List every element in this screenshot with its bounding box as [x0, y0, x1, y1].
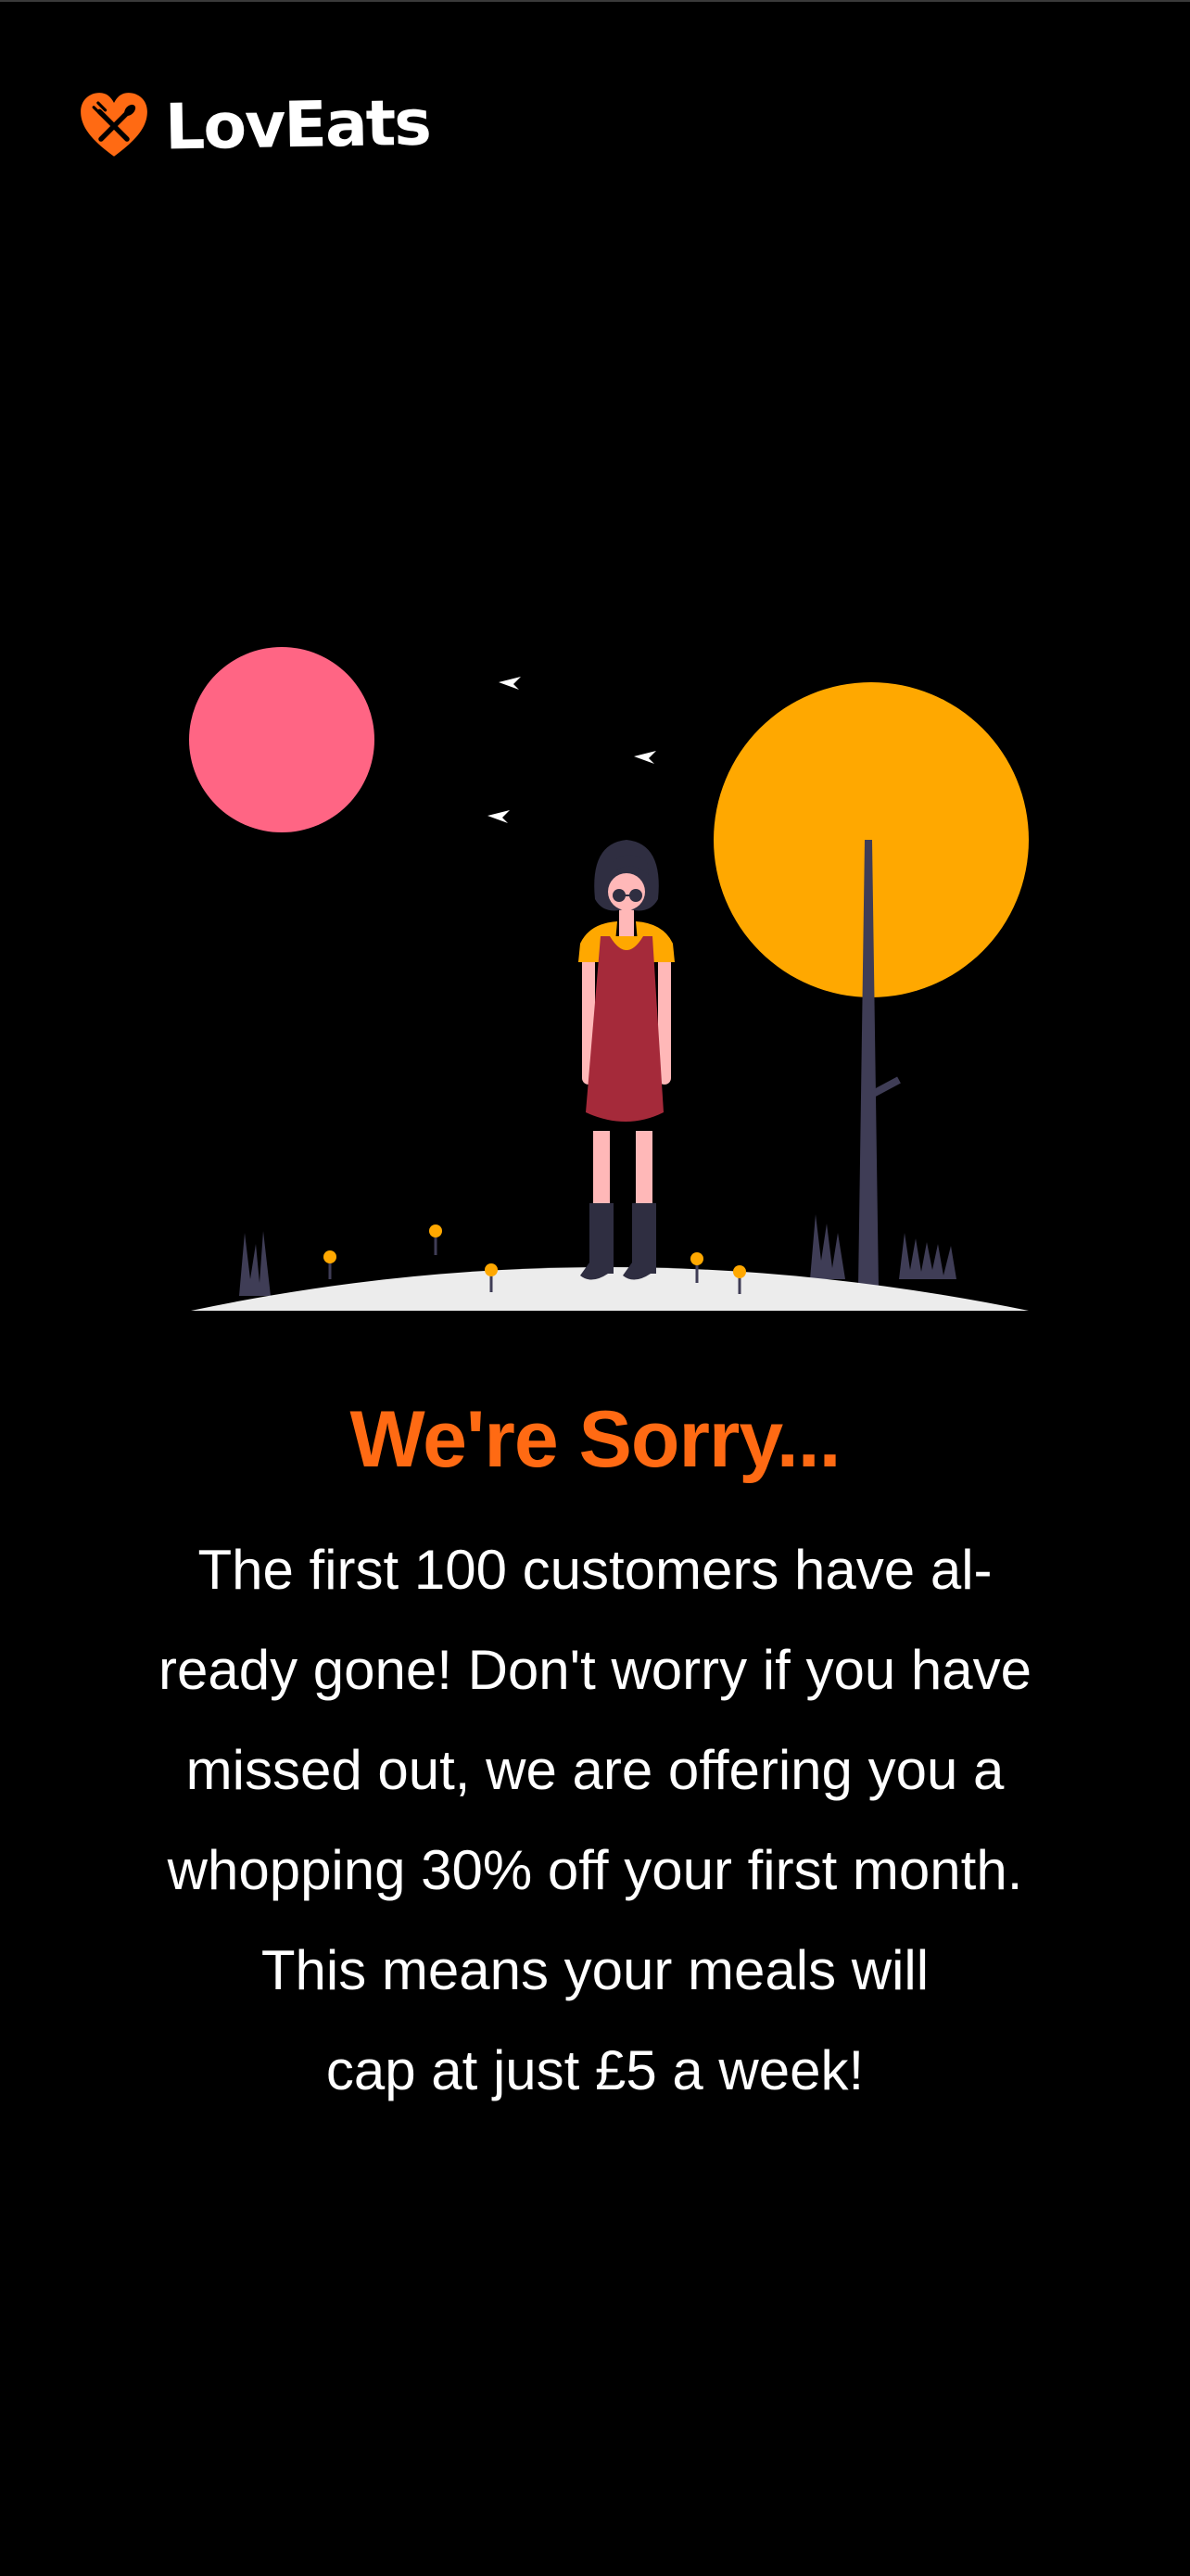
message-line: The first 100 customers have al-	[197, 1539, 993, 1601]
brand-name: LovEats	[164, 86, 431, 165]
message-line: ready gone! Don't worry if you have	[158, 1639, 1032, 1701]
sorry-message: The first 100 customers have al- ready g…	[102, 1520, 1088, 2121]
message-line: This means your meals will	[260, 1939, 930, 2001]
pink-moon	[189, 647, 374, 832]
orange-tree	[714, 682, 1038, 1288]
birds	[487, 677, 656, 823]
status-divider	[0, 0, 1190, 2]
message-line: missed out, we are offering you a	[185, 1739, 1005, 1801]
message-line: cap at just £5 a week!	[325, 2039, 865, 2101]
woman	[578, 840, 675, 1280]
brand-logo[interactable]: LovEats	[78, 86, 431, 165]
page-title: We're Sorry...	[349, 1395, 841, 1484]
woman-on-hill-illustration	[189, 647, 1038, 1311]
message-line: whopping 30% off your first month.	[167, 1839, 1023, 1901]
heart-fork-knife-icon	[81, 93, 147, 157]
